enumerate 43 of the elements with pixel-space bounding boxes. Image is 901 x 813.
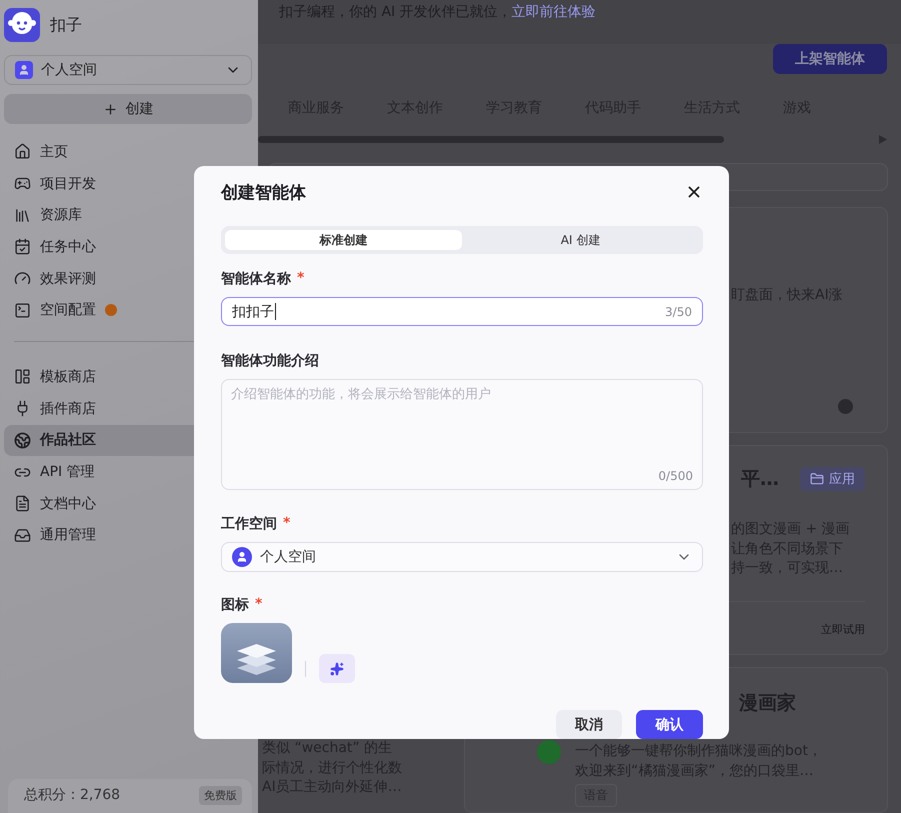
- layout-icon: [14, 368, 31, 386]
- user-icon: [232, 547, 252, 567]
- confirm-button[interactable]: 确认: [636, 710, 703, 739]
- mode-tab[interactable]: 标准创建: [225, 230, 462, 250]
- publish-button[interactable]: 上架智能体: [773, 44, 887, 74]
- plan-badge: 免费版: [199, 786, 242, 805]
- workspace-select[interactable]: 个人空间: [221, 542, 703, 572]
- avatar-icon: [838, 399, 853, 414]
- inbox-icon: [14, 526, 31, 544]
- calendar-check-icon: [14, 238, 31, 256]
- terminal-icon: [14, 302, 31, 319]
- document-icon: [14, 495, 31, 512]
- field-label: 智能体名称: [221, 270, 291, 288]
- mode-tab[interactable]: AI 创建: [462, 230, 699, 250]
- required-mark: *: [255, 596, 262, 614]
- description-input[interactable]: 介绍智能体的功能，将会展示给智能体的用户 0/500: [221, 379, 703, 490]
- points-total: 总积分：2,768: [24, 786, 120, 804]
- plus-icon: [102, 102, 118, 116]
- banner-link[interactable]: 立即前往体验: [512, 4, 596, 20]
- workspace-select[interactable]: 个人空间: [4, 55, 252, 85]
- field-label: 智能体功能介绍: [221, 352, 319, 370]
- field-label: 工作空间: [221, 515, 277, 533]
- field-label: 图标: [221, 596, 249, 614]
- house-icon: [14, 143, 31, 160]
- scrollbar[interactable]: [258, 136, 724, 142]
- sparkle-icon: [330, 662, 344, 676]
- globe-icon: [14, 432, 31, 449]
- cancel-button[interactable]: 取消: [556, 710, 622, 739]
- folder-icon: [810, 472, 824, 486]
- generate-icon-button[interactable]: [319, 654, 355, 683]
- dialog-title: 创建智能体: [221, 182, 306, 204]
- agent-icon[interactable]: [221, 623, 292, 683]
- app-tag: 应用: [800, 467, 865, 491]
- nav-item[interactable]: 主页: [4, 136, 252, 168]
- library-icon: [14, 206, 31, 224]
- user-icon: [15, 61, 33, 79]
- avatar-icon: [537, 740, 561, 764]
- required-mark: *: [283, 515, 290, 533]
- required-mark: *: [297, 270, 304, 288]
- create-button[interactable]: 创建: [4, 94, 252, 124]
- name-input[interactable]: 扣扣子 3/50: [221, 297, 703, 326]
- logo-icon: [4, 8, 40, 42]
- brand-name: 扣子: [50, 14, 82, 36]
